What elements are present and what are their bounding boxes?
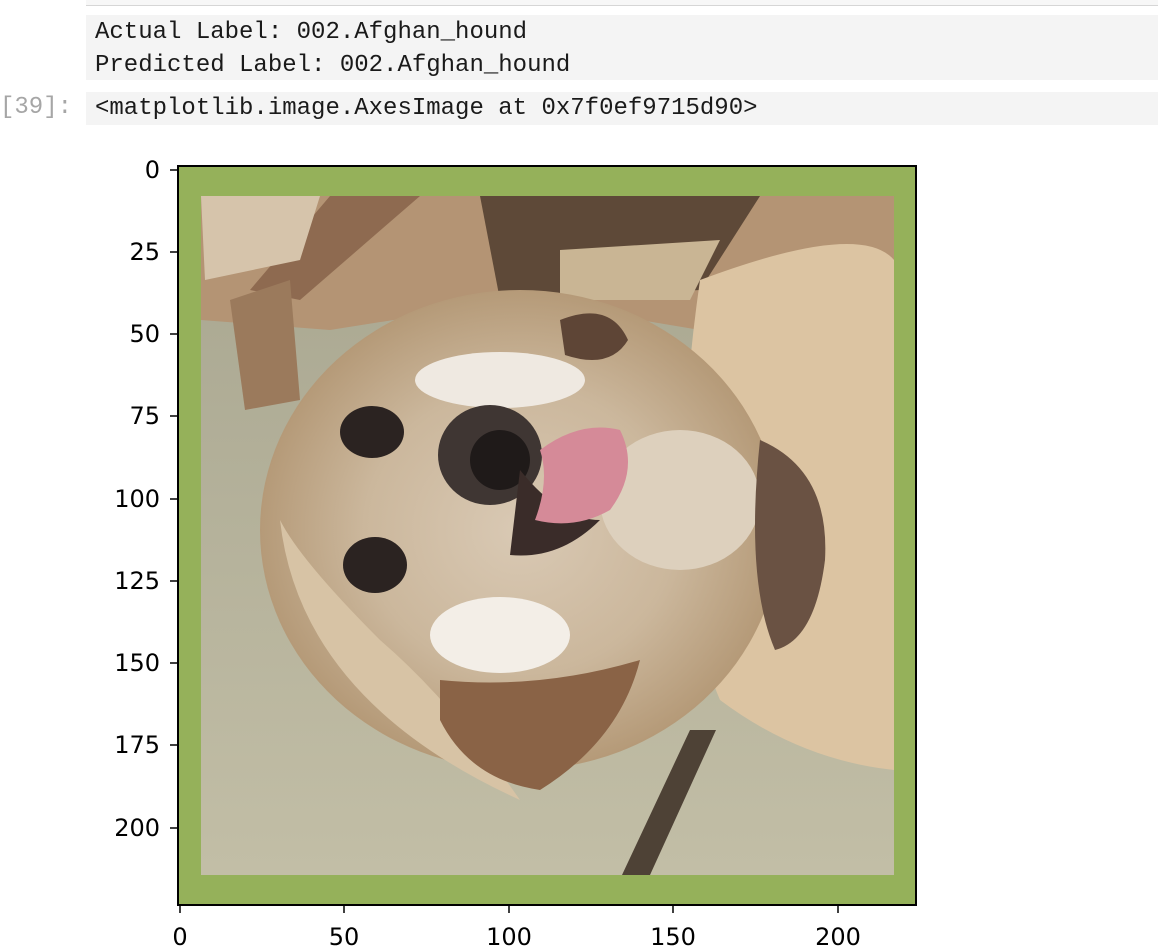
y-tick-label: 100 — [114, 485, 160, 513]
y-tick-label: 125 — [114, 567, 160, 595]
y-tick-label: 175 — [114, 731, 160, 759]
y-tick-label: 50 — [129, 320, 160, 348]
x-tick-label: 150 — [650, 923, 696, 951]
matplotlib-figure: 0 25 50 75 100 125 150 175 200 0 50 100 … — [114, 156, 917, 951]
x-axis: 0 50 100 150 200 — [172, 905, 861, 951]
x-tick-label: 100 — [486, 923, 532, 951]
x-tick-label: 0 — [172, 923, 187, 951]
x-tick-label: 200 — [815, 923, 861, 951]
dog-image — [178, 166, 916, 905]
x-tick-label: 50 — [329, 923, 360, 951]
y-tick-label: 0 — [145, 156, 160, 184]
y-tick-label: 25 — [129, 238, 160, 266]
y-tick-label: 200 — [114, 814, 160, 842]
y-axis: 0 25 50 75 100 125 150 175 200 — [114, 156, 178, 842]
y-tick-label: 75 — [129, 402, 160, 430]
y-tick-label: 150 — [114, 649, 160, 677]
